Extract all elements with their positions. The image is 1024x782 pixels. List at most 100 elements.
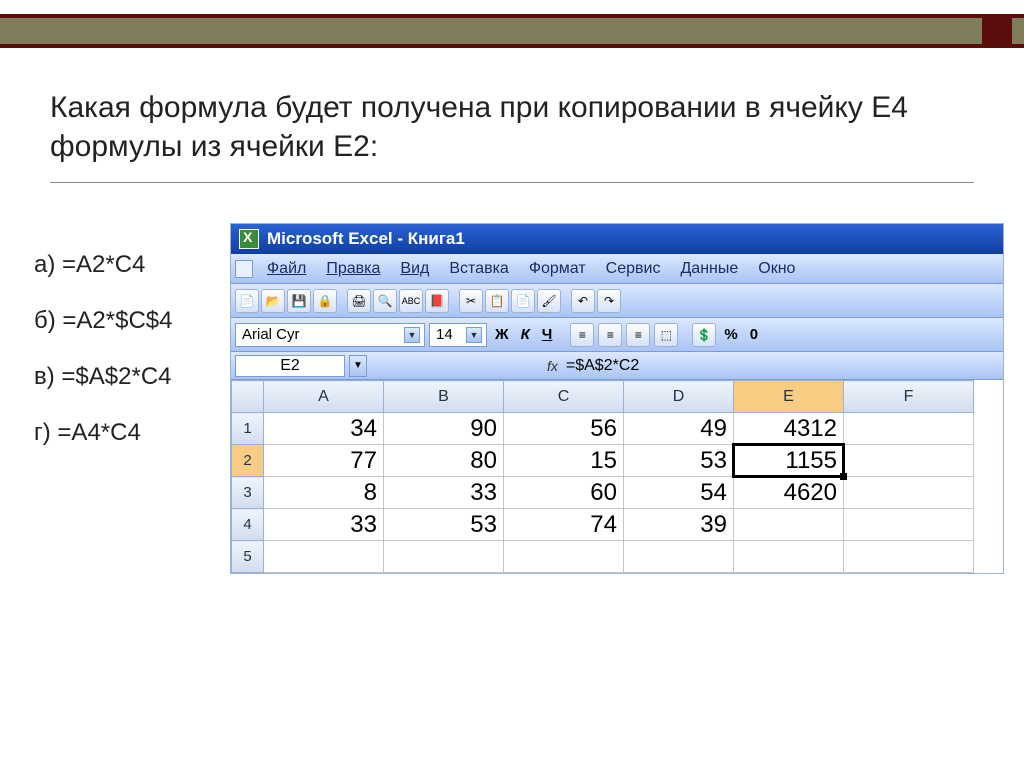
formatting-toolbar: Arial Cyr ▼ 14 ▼ Ж К Ч ≡ ≡ ≡ ⬚ 💲 % 0	[231, 318, 1003, 352]
cell-E5[interactable]	[734, 541, 844, 573]
formula-text[interactable]: =$A$2*C2	[566, 357, 639, 375]
menu-view[interactable]: Вид	[390, 260, 439, 278]
select-all-corner[interactable]	[232, 381, 264, 413]
option-b: б) =A2*$C$4	[34, 307, 230, 335]
cell-C2[interactable]: 15	[504, 445, 624, 477]
menu-bar: Файл Правка Вид Вставка Формат Сервис Да…	[231, 254, 1003, 284]
research-icon[interactable]: 📕	[425, 289, 449, 313]
cell-A2[interactable]: 77	[264, 445, 384, 477]
paste-icon[interactable]: 📄	[511, 289, 535, 313]
save-icon[interactable]: 💾	[287, 289, 311, 313]
col-header-D[interactable]: D	[624, 381, 734, 413]
cell-E2[interactable]: 1155	[734, 445, 844, 477]
new-icon[interactable]: 📄	[235, 289, 259, 313]
italic-button[interactable]: К	[517, 326, 534, 343]
cell-A3[interactable]: 8	[264, 477, 384, 509]
cell-C3[interactable]: 60	[504, 477, 624, 509]
standard-toolbar: 📄 📂 💾 🔒 🖨 🔍 ABC 📕 ✂ 📋 📄 🖌 ↶ ↷	[231, 284, 1003, 318]
redo-icon[interactable]: ↷	[597, 289, 621, 313]
cell-B3[interactable]: 33	[384, 477, 504, 509]
spellcheck-icon[interactable]: ABC	[399, 289, 423, 313]
cell-F1[interactable]	[844, 413, 974, 445]
cell-C1[interactable]: 56	[504, 413, 624, 445]
currency-icon[interactable]: 💲	[692, 323, 716, 347]
cut-icon[interactable]: ✂	[459, 289, 483, 313]
col-header-C[interactable]: C	[504, 381, 624, 413]
menu-insert[interactable]: Вставка	[439, 260, 518, 278]
font-size-value: 14	[436, 326, 453, 343]
row-header-2[interactable]: 2	[232, 445, 264, 477]
row-header-5[interactable]: 5	[232, 541, 264, 573]
copy-icon[interactable]: 📋	[485, 289, 509, 313]
menu-tools[interactable]: Сервис	[596, 260, 671, 278]
cell-D1[interactable]: 49	[624, 413, 734, 445]
answer-options: а) =A2*C4 б) =A2*$C$4 в) =$A$2*C4 г) =A4…	[0, 223, 230, 574]
merge-icon[interactable]: ⬚	[654, 323, 678, 347]
underline-button[interactable]: Ч	[538, 326, 557, 343]
menu-edit[interactable]: Правка	[316, 260, 390, 278]
align-center-icon[interactable]: ≡	[598, 323, 622, 347]
print-icon[interactable]: 🖨	[347, 289, 371, 313]
cell-F2[interactable]	[844, 445, 974, 477]
formula-bar: E2 ▼ fx =$A$2*C2	[231, 352, 1003, 380]
menu-data[interactable]: Данные	[670, 260, 748, 278]
cell-E3[interactable]: 4620	[734, 477, 844, 509]
col-header-F[interactable]: F	[844, 381, 974, 413]
cell-D5[interactable]	[624, 541, 734, 573]
font-size-combo[interactable]: 14 ▼	[429, 323, 487, 347]
cell-E4[interactable]	[734, 509, 844, 541]
undo-icon[interactable]: ↶	[571, 289, 595, 313]
cell-C4[interactable]: 74	[504, 509, 624, 541]
cell-B4[interactable]: 53	[384, 509, 504, 541]
option-a: а) =A2*C4	[34, 251, 230, 279]
font-name-value: Arial Cyr	[242, 326, 300, 343]
question-text: Какая формула будет получена при копиров…	[50, 88, 974, 183]
bold-button[interactable]: Ж	[491, 326, 513, 343]
option-c: в) =$A$2*C4	[34, 363, 230, 391]
cell-D2[interactable]: 53	[624, 445, 734, 477]
cell-D4[interactable]: 39	[624, 509, 734, 541]
spreadsheet-grid[interactable]: A B C D E F 1 34 90 56 49 4312 2 77 80 1…	[231, 380, 974, 573]
menu-format[interactable]: Формат	[519, 260, 596, 278]
percent-button[interactable]: %	[720, 326, 741, 343]
format-painter-icon[interactable]: 🖌	[537, 289, 561, 313]
row-header-3[interactable]: 3	[232, 477, 264, 509]
align-left-icon[interactable]: ≡	[570, 323, 594, 347]
cell-B1[interactable]: 90	[384, 413, 504, 445]
cell-A1[interactable]: 34	[264, 413, 384, 445]
cell-F3[interactable]	[844, 477, 974, 509]
chevron-down-icon[interactable]: ▼	[404, 327, 420, 343]
workbook-icon[interactable]	[235, 260, 253, 278]
decimal-button[interactable]: 0	[746, 326, 762, 343]
cell-B2[interactable]: 80	[384, 445, 504, 477]
option-d: г) =A4*C4	[34, 419, 230, 447]
menu-file[interactable]: Файл	[257, 260, 316, 278]
preview-icon[interactable]: 🔍	[373, 289, 397, 313]
cell-E1[interactable]: 4312	[734, 413, 844, 445]
row-header-1[interactable]: 1	[232, 413, 264, 445]
col-header-B[interactable]: B	[384, 381, 504, 413]
cell-D3[interactable]: 54	[624, 477, 734, 509]
col-header-E[interactable]: E	[734, 381, 844, 413]
row-header-4[interactable]: 4	[232, 509, 264, 541]
content-area: а) =A2*C4 б) =A2*$C$4 в) =$A$2*C4 г) =A4…	[0, 223, 1024, 574]
permissions-icon[interactable]: 🔒	[313, 289, 337, 313]
menu-window[interactable]: Окно	[748, 260, 805, 278]
cell-B5[interactable]	[384, 541, 504, 573]
window-title: Microsoft Excel - Книга1	[267, 229, 465, 249]
col-header-A[interactable]: A	[264, 381, 384, 413]
cell-C5[interactable]	[504, 541, 624, 573]
fx-icon[interactable]: fx	[547, 358, 558, 374]
cell-F4[interactable]	[844, 509, 974, 541]
slide-top-border	[0, 14, 1024, 48]
font-name-combo[interactable]: Arial Cyr ▼	[235, 323, 425, 347]
excel-app-icon	[239, 229, 259, 249]
name-box[interactable]: E2	[235, 355, 345, 377]
chevron-down-icon[interactable]: ▼	[466, 327, 482, 343]
cell-F5[interactable]	[844, 541, 974, 573]
cell-A4[interactable]: 33	[264, 509, 384, 541]
align-right-icon[interactable]: ≡	[626, 323, 650, 347]
cell-A5[interactable]	[264, 541, 384, 573]
open-icon[interactable]: 📂	[261, 289, 285, 313]
name-box-dropdown-icon[interactable]: ▼	[349, 355, 367, 377]
